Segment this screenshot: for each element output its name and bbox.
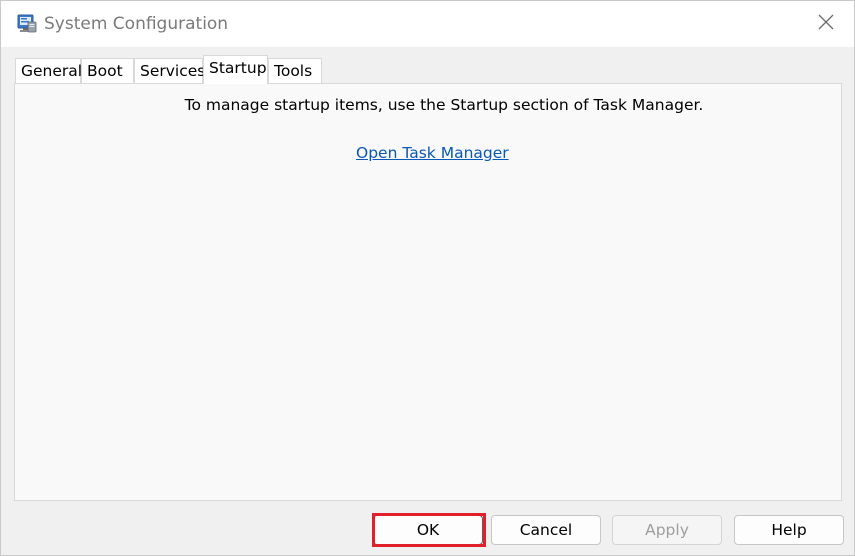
startup-tab-panel: To manage startup items, use the Startup…	[14, 83, 842, 501]
open-task-manager-link[interactable]: Open Task Manager	[356, 144, 509, 162]
tab-services[interactable]: Services	[134, 58, 205, 83]
cancel-button[interactable]: Cancel	[491, 515, 601, 545]
tab-boot[interactable]: Boot	[81, 58, 134, 83]
tab-general[interactable]: General	[15, 58, 82, 83]
startup-message: To manage startup items, use the Startup…	[184, 96, 704, 114]
tab-tools[interactable]: Tools	[268, 58, 322, 83]
ok-button[interactable]: OK	[373, 515, 483, 545]
apply-button[interactable]: Apply	[612, 515, 722, 545]
help-button[interactable]: Help	[734, 515, 844, 545]
tab-startup[interactable]: Startup	[203, 55, 268, 84]
title-bar[interactable]: System Configuration	[1, 1, 854, 47]
system-configuration-window: System Configuration General Boot Servic…	[0, 0, 855, 556]
close-icon	[818, 14, 834, 34]
msconfig-icon	[17, 13, 37, 33]
close-button[interactable]	[798, 1, 854, 47]
window-title: System Configuration	[44, 14, 229, 34]
